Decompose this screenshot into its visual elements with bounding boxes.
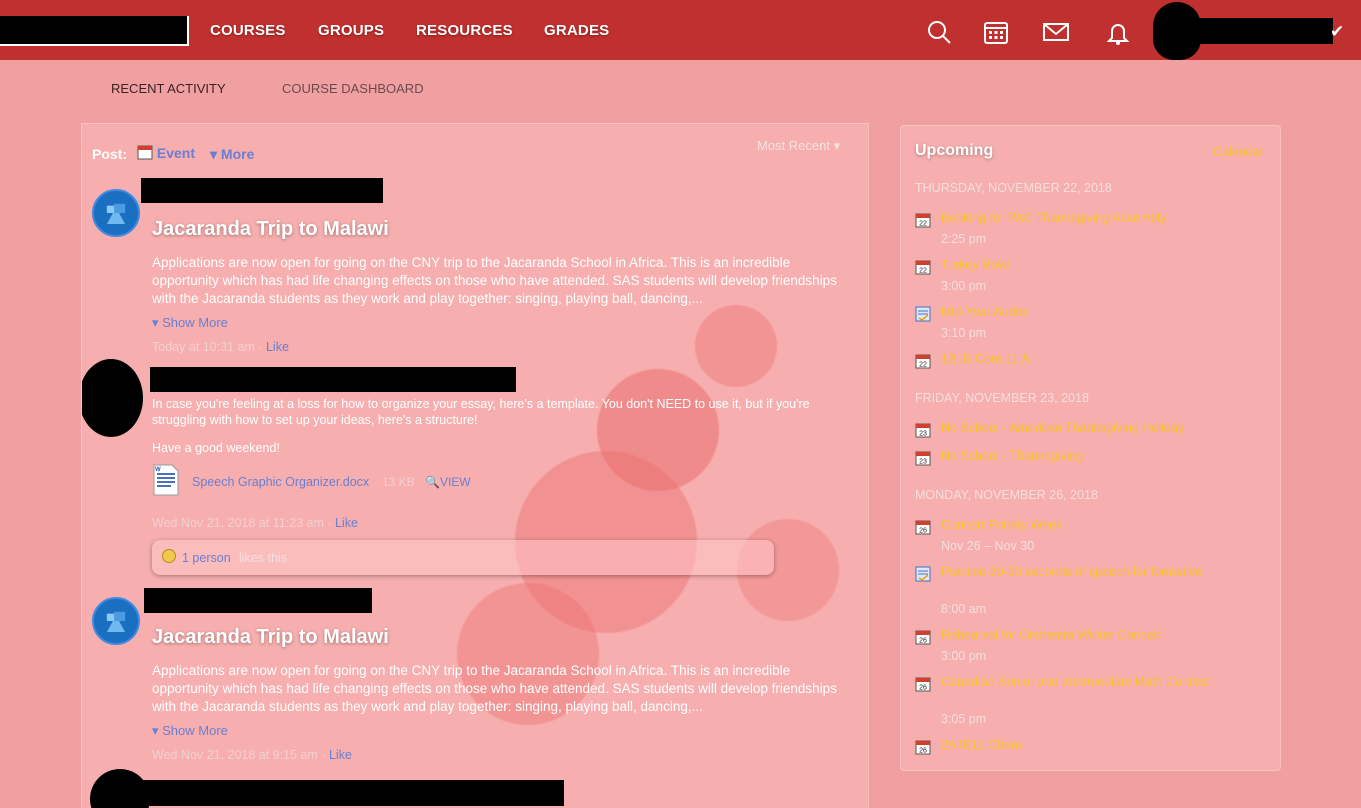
- author-name-redacted: [144, 588, 372, 613]
- post-meta: Wed Nov 21, 2018 at 11:23 am · Like: [152, 516, 358, 530]
- nav-groups[interactable]: GROUPS: [318, 22, 384, 39]
- calendar-icon: 26: [915, 676, 931, 692]
- event-title[interactable]: Practice 20-30 seconds of speech for for…: [941, 564, 1231, 580]
- post-body: In case you're feeling at a loss for how…: [152, 397, 810, 427]
- post-body: Applications are now open for going on t…: [152, 663, 837, 714]
- tab-course-dashboard[interactable]: COURSE DASHBOARD: [282, 81, 424, 96]
- search-icon[interactable]: [925, 18, 953, 46]
- likes-summary: 1 person likes this: [152, 540, 774, 575]
- post-composer-bar: Post: Event ▾ More: [92, 145, 254, 162]
- group-avatar[interactable]: [92, 597, 140, 645]
- calendar-link[interactable]: Calendar: [1213, 145, 1264, 159]
- post-meta: Wed Nov 21, 2018 at 9:15 am · Like: [152, 748, 352, 762]
- event-title[interactable]: Concert Priority Week: [941, 517, 1231, 533]
- post-body-closing: Have a good weekend!: [152, 441, 280, 455]
- calendar-icon: [137, 145, 153, 160]
- show-more-link[interactable]: ▾ Show More: [152, 723, 228, 739]
- svg-text:26: 26: [919, 748, 927, 755]
- sort-dropdown[interactable]: Most Recent ▾: [757, 138, 840, 154]
- avatar-redacted: [82, 359, 143, 437]
- calendar-icon: 26: [915, 629, 931, 645]
- nav-grades[interactable]: GRADES: [544, 22, 609, 39]
- calendar-icon[interactable]: [982, 18, 1010, 46]
- calendar-icon: 22: [915, 353, 931, 369]
- event-title[interactable]: Turkey Bowl: [941, 257, 1231, 273]
- event-title[interactable]: No School - American Thanksgiving Holida…: [941, 420, 1231, 436]
- magnifier-icon: 🔍: [425, 475, 440, 489]
- event-title[interactable]: No School - Thanksgiving: [941, 448, 1231, 464]
- calendar-icon: 26: [915, 519, 931, 535]
- day-heading: MONDAY, NOVEMBER 26, 2018: [915, 488, 1098, 502]
- user-name-redacted[interactable]: [1195, 18, 1333, 44]
- post-body: Applications are now open for going on t…: [152, 255, 837, 306]
- word-document-icon[interactable]: W: [152, 464, 180, 496]
- svg-text:26: 26: [919, 638, 927, 645]
- author-name-redacted: [138, 780, 564, 806]
- mail-icon[interactable]: [1042, 18, 1070, 46]
- activity-feed: Post: Event ▾ More Most Recent ▾ Jacaran…: [81, 123, 869, 808]
- svg-text:22: 22: [919, 268, 927, 275]
- author-name-redacted: [150, 367, 516, 392]
- event-time: 2:25 pm: [941, 232, 987, 246]
- event-title[interactable]: Mid-Year Audits: [941, 304, 1231, 320]
- nav-resources[interactable]: RESOURCES: [416, 22, 513, 39]
- post-title[interactable]: Jacaranda Trip to Malawi: [152, 626, 389, 649]
- day-heading: THURSDAY, NOVEMBER 22, 2018: [915, 181, 1112, 195]
- calendar-icon: 22: [915, 259, 931, 275]
- event-time: Nov 26 – Nov 30: [941, 539, 1035, 553]
- dropdown-check-icon[interactable]: ✔: [1330, 22, 1344, 42]
- svg-text:26: 26: [919, 528, 927, 535]
- event-time: 3:00 pm: [941, 279, 987, 293]
- assignment-icon: [915, 566, 931, 582]
- upcoming-panel: Upcoming Calendar THURSDAY, NOVEMBER 22,…: [900, 125, 1281, 771]
- attachment-view-button[interactable]: 🔍VIEW: [425, 475, 471, 489]
- likes-count-link[interactable]: 1 person: [182, 551, 231, 565]
- upcoming-title: Upcoming: [915, 142, 994, 159]
- event-title[interactable]: Booking for PAC Thanksgiving Assembly: [941, 210, 1231, 226]
- day-heading: FRIDAY, NOVEMBER 23, 2018: [915, 391, 1089, 405]
- svg-text:23: 23: [919, 431, 927, 438]
- event-time: 3:10 pm: [941, 326, 987, 340]
- attachment-size: 13 KB: [382, 475, 415, 489]
- calendar-icon: 26: [915, 739, 931, 755]
- like-link[interactable]: Like: [329, 748, 352, 762]
- post-event-button[interactable]: Event: [137, 144, 195, 161]
- attachment-link[interactable]: Speech Graphic Organizer.docx: [192, 475, 369, 489]
- tab-recent-activity[interactable]: RECENT ACTIVITY: [111, 81, 226, 96]
- group-avatar[interactable]: [92, 189, 140, 237]
- event-title[interactable]: Rehearsal for Orchestra Winter Concert: [941, 627, 1231, 643]
- svg-text:26: 26: [919, 685, 927, 692]
- user-avatar-redacted[interactable]: [1153, 2, 1201, 60]
- school-logo-redacted[interactable]: [0, 16, 189, 46]
- event-title[interactable]: 1B IB Core 11 A: [941, 351, 1231, 367]
- like-link[interactable]: Like: [335, 516, 358, 530]
- nav-courses[interactable]: COURSES: [210, 22, 286, 39]
- notification-bell-icon[interactable]: [1104, 18, 1132, 46]
- calendar-icon: 23: [915, 450, 931, 466]
- show-more-link[interactable]: ▾ Show More: [152, 315, 228, 331]
- event-title[interactable]: Canadian Senior and Intermediate Math Co…: [941, 674, 1231, 690]
- like-link[interactable]: Like: [266, 340, 289, 354]
- assignment-icon: [915, 306, 931, 322]
- smiley-icon: [162, 549, 176, 563]
- post-label: Post:: [92, 146, 127, 162]
- post-meta: Today at 10:31 am · Like: [152, 340, 289, 354]
- calendar-icon: 23: [915, 422, 931, 438]
- post-more-button[interactable]: ▾ More: [210, 146, 254, 163]
- calendar-icon: 22: [915, 212, 931, 228]
- event-time: 3:00 pm: [941, 649, 987, 663]
- svg-text:W: W: [155, 467, 161, 473]
- svg-text:23: 23: [919, 459, 927, 466]
- svg-text:22: 22: [919, 362, 927, 369]
- event-time: 3:05 pm: [941, 712, 987, 726]
- top-nav-bar: COURSES GROUPS RESOURCES GRADES ✔: [0, 0, 1361, 60]
- author-name-redacted: [141, 178, 383, 203]
- event-time: 8:00 am: [941, 602, 987, 616]
- post-title[interactable]: Jacaranda Trip to Malawi: [152, 218, 389, 241]
- likes-text: likes this: [239, 551, 287, 565]
- event-title[interactable]: 2A IB12 Chem: [941, 737, 1231, 753]
- svg-text:22: 22: [919, 221, 927, 228]
